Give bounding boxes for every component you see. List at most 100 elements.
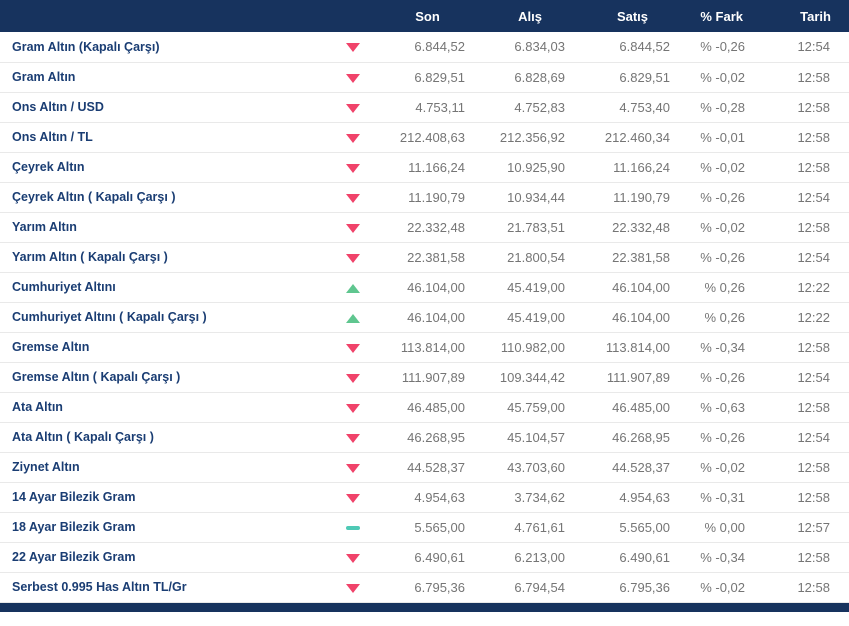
buy-price: 10.925,90	[480, 152, 580, 183]
direction-cell	[330, 422, 375, 453]
table-row[interactable]: Gram Altın (Kapalı Çarşı) 6.844,52 6.834…	[0, 32, 849, 63]
table-row[interactable]: Çeyrek Altın ( Kapalı Çarşı ) 11.190,79 …	[0, 182, 849, 213]
header-row: Son Alış Satış % Fark Tarih	[0, 0, 849, 32]
instrument-name[interactable]: Çeyrek Altın ( Kapalı Çarşı )	[0, 182, 330, 213]
buy-price: 109.344,42	[480, 362, 580, 393]
instrument-name[interactable]: Ons Altın / USD	[0, 92, 330, 123]
table-row[interactable]: Serbest 0.995 Has Altın TL/Gr 6.795,36 6…	[0, 572, 849, 603]
change-percent: % -0,02	[685, 572, 761, 603]
table-row[interactable]: Gremse Altın 113.814,00 110.982,00 113.8…	[0, 332, 849, 363]
update-time: 12:54	[761, 242, 849, 273]
last-price: 11.166,24	[375, 152, 480, 183]
down-arrow-icon	[345, 103, 360, 113]
direction-cell	[330, 212, 375, 243]
instrument-name[interactable]: Yarım Altın	[0, 212, 330, 243]
buy-price: 6.828,69	[480, 62, 580, 93]
update-time: 12:58	[761, 572, 849, 603]
table-row[interactable]: Yarım Altın ( Kapalı Çarşı ) 22.381,58 2…	[0, 242, 849, 273]
sell-price: 6.795,36	[580, 572, 685, 603]
direction-cell	[330, 512, 375, 543]
buy-price: 4.752,83	[480, 92, 580, 123]
change-percent: % -0,34	[685, 542, 761, 573]
table-row[interactable]: Cumhuriyet Altını 46.104,00 45.419,00 46…	[0, 272, 849, 303]
table-row[interactable]: 14 Ayar Bilezik Gram 4.954,63 3.734,62 4…	[0, 482, 849, 513]
update-time: 12:58	[761, 122, 849, 153]
instrument-name[interactable]: Yarım Altın ( Kapalı Çarşı )	[0, 242, 330, 273]
down-arrow-icon	[345, 583, 360, 593]
change-percent: % -0,63	[685, 392, 761, 423]
table-row[interactable]: Çeyrek Altın 11.166,24 10.925,90 11.166,…	[0, 152, 849, 183]
update-time: 12:58	[761, 62, 849, 93]
update-time: 12:58	[761, 452, 849, 483]
buy-price: 6.213,00	[480, 542, 580, 573]
table-row[interactable]: Ons Altın / USD 4.753,11 4.752,83 4.753,…	[0, 92, 849, 123]
change-percent: % 0,00	[685, 512, 761, 543]
instrument-name[interactable]: Gram Altın	[0, 62, 330, 93]
down-arrow-icon	[345, 133, 360, 143]
instrument-name[interactable]: Gremse Altın ( Kapalı Çarşı )	[0, 362, 330, 393]
instrument-name[interactable]: Ziynet Altın	[0, 452, 330, 483]
instrument-name[interactable]: Gremse Altın	[0, 332, 330, 363]
column-header-alis: Alış	[480, 0, 580, 32]
direction-cell	[330, 452, 375, 483]
instrument-name[interactable]: Gram Altın (Kapalı Çarşı)	[0, 32, 330, 63]
instrument-name[interactable]: Ata Altın ( Kapalı Çarşı )	[0, 422, 330, 453]
down-arrow-icon	[345, 553, 360, 563]
instrument-name[interactable]: Ons Altın / TL	[0, 122, 330, 153]
direction-cell	[330, 542, 375, 573]
direction-cell	[330, 392, 375, 423]
table-row[interactable]: Yarım Altın 22.332,48 21.783,51 22.332,4…	[0, 212, 849, 243]
table-row[interactable]: Cumhuriyet Altını ( Kapalı Çarşı ) 46.10…	[0, 302, 849, 333]
instrument-name[interactable]: Cumhuriyet Altını ( Kapalı Çarşı )	[0, 302, 330, 333]
update-time: 12:57	[761, 512, 849, 543]
direction-cell	[330, 242, 375, 273]
change-percent: % -0,26	[685, 422, 761, 453]
last-price: 6.844,52	[375, 32, 480, 63]
table-row[interactable]: Ziynet Altın 44.528,37 43.703,60 44.528,…	[0, 452, 849, 483]
update-time: 12:58	[761, 332, 849, 363]
table-row[interactable]: Gram Altın 6.829,51 6.828,69 6.829,51 % …	[0, 62, 849, 93]
change-percent: % -0,26	[685, 32, 761, 63]
change-percent: % -0,02	[685, 212, 761, 243]
change-percent: % -0,02	[685, 452, 761, 483]
last-price: 6.490,61	[375, 542, 480, 573]
sell-price: 4.753,40	[580, 92, 685, 123]
table-row[interactable]: Gremse Altın ( Kapalı Çarşı ) 111.907,89…	[0, 362, 849, 393]
table-row[interactable]: Ons Altın / TL 212.408,63 212.356,92 212…	[0, 122, 849, 153]
sell-price: 6.829,51	[580, 62, 685, 93]
update-time: 12:54	[761, 422, 849, 453]
down-arrow-icon	[345, 73, 360, 83]
change-percent: % -0,01	[685, 122, 761, 153]
instrument-name[interactable]: Çeyrek Altın	[0, 152, 330, 183]
last-price: 4.954,63	[375, 482, 480, 513]
buy-price: 45.104,57	[480, 422, 580, 453]
sell-price: 113.814,00	[580, 332, 685, 363]
down-arrow-icon	[345, 433, 360, 443]
table-row[interactable]: Ata Altın 46.485,00 45.759,00 46.485,00 …	[0, 392, 849, 423]
down-arrow-icon	[345, 373, 360, 383]
instrument-name[interactable]: Ata Altın	[0, 392, 330, 423]
last-price: 46.104,00	[375, 302, 480, 333]
instrument-name[interactable]: 22 Ayar Bilezik Gram	[0, 542, 330, 573]
down-arrow-icon	[345, 493, 360, 503]
down-arrow-icon	[345, 43, 360, 53]
instrument-name[interactable]: Cumhuriyet Altını	[0, 272, 330, 303]
direction-cell	[330, 482, 375, 513]
last-price: 22.381,58	[375, 242, 480, 273]
table-row[interactable]: 22 Ayar Bilezik Gram 6.490,61 6.213,00 6…	[0, 542, 849, 573]
instrument-name[interactable]: 14 Ayar Bilezik Gram	[0, 482, 330, 513]
direction-cell	[330, 362, 375, 393]
instrument-name[interactable]: Serbest 0.995 Has Altın TL/Gr	[0, 572, 330, 603]
buy-price: 21.800,54	[480, 242, 580, 273]
instrument-column-header	[0, 0, 375, 32]
last-price: 11.190,79	[375, 182, 480, 213]
instrument-name[interactable]: 18 Ayar Bilezik Gram	[0, 512, 330, 543]
table-row[interactable]: Ata Altın ( Kapalı Çarşı ) 46.268,95 45.…	[0, 422, 849, 453]
buy-price: 6.834,03	[480, 32, 580, 63]
sell-price: 11.166,24	[580, 152, 685, 183]
column-header-son: Son	[375, 0, 480, 32]
buy-price: 21.783,51	[480, 212, 580, 243]
table-row[interactable]: 18 Ayar Bilezik Gram 5.565,00 4.761,61 5…	[0, 512, 849, 543]
sell-price: 111.907,89	[580, 362, 685, 393]
change-percent: % -0,28	[685, 92, 761, 123]
